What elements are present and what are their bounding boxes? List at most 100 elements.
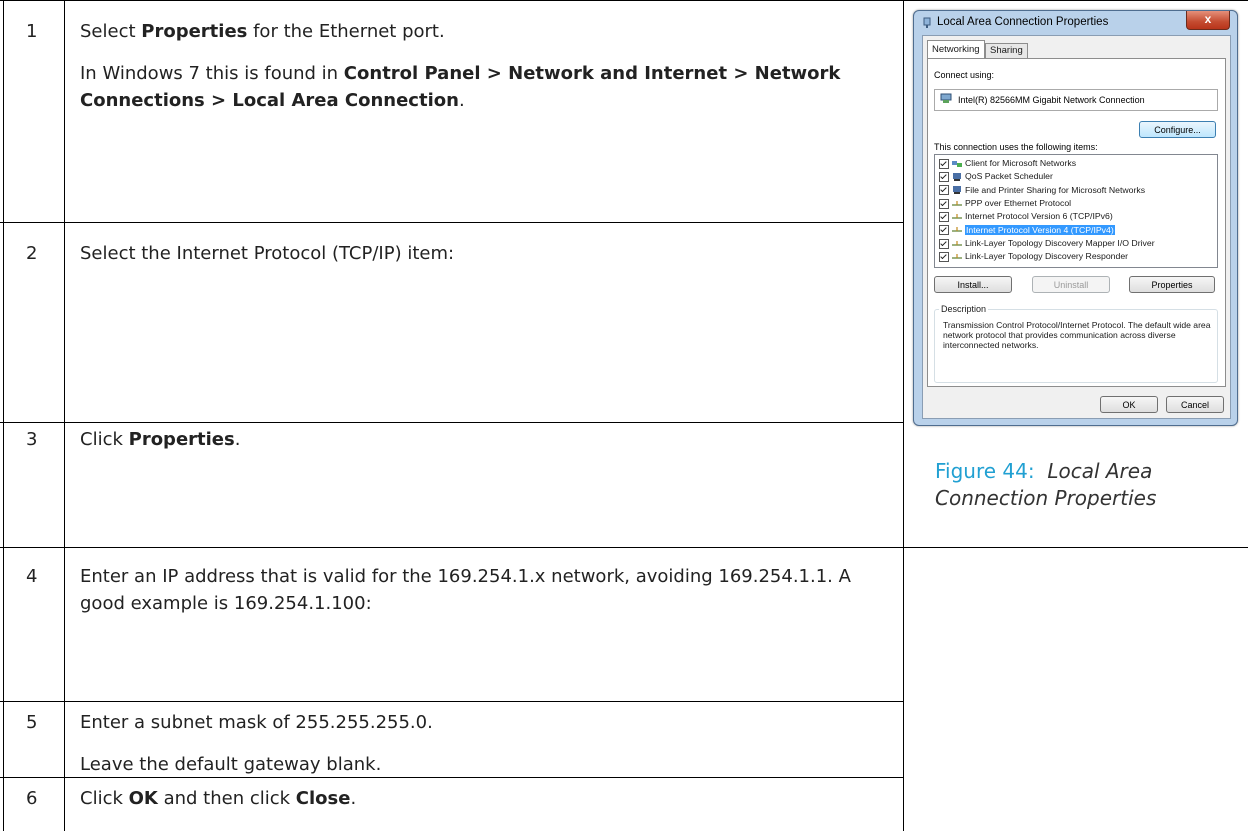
step-text: Select the Internet Protocol (TCP/IP) it… bbox=[80, 240, 890, 282]
instruction-text: Select bbox=[80, 21, 142, 42]
protocol-icon bbox=[952, 227, 962, 232]
checkbox[interactable] bbox=[939, 211, 949, 222]
dialog-title-text: Local Area Connection Properties bbox=[937, 16, 1109, 29]
step-paragraph: Select the Internet Protocol (TCP/IP) it… bbox=[80, 240, 890, 267]
list-item[interactable]: Client for Microsoft Networks bbox=[939, 158, 1076, 169]
description-group: Description Transmission Control Protoco… bbox=[934, 304, 1218, 383]
list-item[interactable]: File and Printer Sharing for Microsoft N… bbox=[939, 185, 1145, 196]
list-item-label: File and Printer Sharing for Microsoft N… bbox=[965, 184, 1146, 195]
protocol-icon bbox=[952, 240, 962, 246]
service-icon bbox=[953, 186, 961, 195]
list-item-label: Internet Protocol Version 6 (TCP/IPv6) bbox=[965, 211, 1113, 222]
list-item-label: Link-Layer Topology Discovery Responder bbox=[965, 251, 1129, 262]
list-item-label: Link-Layer Topology Discovery Mapper I/O… bbox=[965, 237, 1155, 248]
tab-sharing[interactable]: Sharing bbox=[985, 43, 1028, 58]
instruction-text: Enter an IP address that is valid for th… bbox=[80, 566, 851, 614]
ui-path-text: Properties bbox=[128, 429, 235, 450]
adapter-field: Intel(R) 82566MM Gigabit Network Connect… bbox=[934, 89, 1218, 111]
instruction-text: Click bbox=[80, 788, 129, 809]
properties-button[interactable]: Properties bbox=[1129, 276, 1215, 293]
step-text: Enter a subnet mask of 255.255.255.0. Lea… bbox=[80, 709, 890, 793]
column-divider bbox=[64, 0, 66, 831]
list-item-label: Client for Microsoft Networks bbox=[965, 158, 1077, 168]
tab-networking[interactable]: Networking bbox=[927, 40, 985, 59]
protocol-icon bbox=[952, 200, 962, 206]
list-item[interactable]: PPP over Ethernet Protocol bbox=[939, 198, 1071, 209]
step-paragraph: Click OK and then click Close. bbox=[80, 785, 890, 812]
instruction-text: Leave the default gateway blank. bbox=[80, 754, 382, 775]
instruction-text: Enter a subnet mask of 255.255.255.0. bbox=[80, 712, 433, 733]
list-item-label: QoS Packet Scheduler bbox=[965, 171, 1053, 182]
checkbox[interactable] bbox=[939, 251, 949, 262]
checkbox[interactable] bbox=[939, 158, 949, 169]
networking-panel: Connect using: Intel(R) 82566MM Gigabit … bbox=[927, 58, 1226, 387]
dialog-body: Networking Sharing Connect using: Intel(… bbox=[922, 35, 1231, 419]
description-legend: Description bbox=[939, 304, 989, 314]
checkbox[interactable] bbox=[939, 172, 949, 182]
close-button[interactable]: x bbox=[1186, 11, 1230, 30]
step-number: 3 bbox=[26, 429, 38, 450]
list-item-label: PPP over Ethernet Protocol bbox=[965, 197, 1072, 208]
step-text: Click Properties. bbox=[80, 426, 890, 468]
ok-button[interactable]: OK bbox=[1100, 396, 1158, 413]
step-paragraph: In Windows 7 this is found in Control Pa… bbox=[80, 60, 890, 114]
row-divider bbox=[0, 701, 904, 703]
step-paragraph: Select Properties for the Ethernet port. bbox=[80, 18, 890, 45]
list-item-label: Internet Protocol Version 4 (TCP/IPv4) bbox=[965, 224, 1115, 235]
figure-number: Figure 44: bbox=[935, 459, 1035, 483]
step-paragraph: Click Properties. bbox=[80, 426, 890, 453]
row-divider bbox=[0, 222, 904, 224]
instruction-text: . bbox=[234, 429, 241, 450]
configure-button[interactable]: Configure... bbox=[1139, 121, 1216, 138]
instruction-text: and then click bbox=[157, 788, 296, 809]
protocol-icon bbox=[952, 213, 962, 219]
document-page: 1 2 3 4 5 6 Select Properties for the Et… bbox=[0, 0, 1248, 831]
instruction-text: Select the Internet Protocol (TCP/IP) it… bbox=[80, 243, 455, 264]
components-list[interactable]: Client for Microsoft Networks QoS Packet … bbox=[934, 154, 1218, 268]
items-label: This connection uses the following items… bbox=[934, 142, 1098, 152]
description-text: Transmission Control Protocol/Internet P… bbox=[943, 320, 1211, 350]
install-button[interactable]: Install... bbox=[934, 276, 1012, 293]
network-client-icon bbox=[952, 160, 962, 167]
ui-path-text: Close bbox=[295, 788, 351, 809]
service-icon bbox=[953, 173, 961, 181]
instruction-text: In Windows 7 this is found in bbox=[80, 63, 344, 84]
ui-path-text: OK bbox=[128, 788, 158, 809]
column-divider bbox=[903, 0, 905, 831]
instruction-text: for the Ethernet port. bbox=[247, 21, 445, 42]
dialog-title: Local Area Connection Properties bbox=[922, 16, 1108, 28]
step-number: 1 bbox=[26, 21, 38, 42]
row-divider bbox=[0, 547, 1248, 549]
list-item[interactable]: QoS Packet Scheduler bbox=[939, 171, 1053, 182]
step-text: Enter an IP address that is valid for th… bbox=[80, 563, 890, 632]
list-item[interactable]: Internet Protocol Version 4 (TCP/IPv4) bbox=[939, 224, 1115, 236]
instruction-text: . bbox=[458, 90, 465, 111]
checkbox[interactable] bbox=[939, 185, 949, 196]
cancel-button[interactable]: Cancel bbox=[1166, 396, 1224, 413]
network-adapter-icon bbox=[923, 17, 931, 28]
step-paragraph: Leave the default gateway blank. bbox=[80, 751, 890, 778]
step-paragraph: Enter an IP address that is valid for th… bbox=[80, 563, 890, 617]
row-divider bbox=[0, 422, 904, 424]
protocol-icon bbox=[952, 253, 962, 259]
figure-caption: Figure 44: Local Area Connection Propert… bbox=[935, 458, 1235, 512]
ui-path-text: Properties bbox=[141, 21, 248, 42]
list-item[interactable]: Internet Protocol Version 6 (TCP/IPv6) bbox=[939, 211, 1113, 222]
step-number: 2 bbox=[26, 243, 38, 264]
step-number: 5 bbox=[26, 712, 38, 733]
instruction-text: Click bbox=[80, 429, 129, 450]
checkbox[interactable] bbox=[939, 198, 949, 209]
table-border-left bbox=[3, 0, 5, 831]
adapter-name: Intel(R) 82566MM Gigabit Network Connect… bbox=[958, 95, 1145, 105]
connect-using-label: Connect using: bbox=[934, 70, 995, 80]
instruction-text: . bbox=[350, 788, 357, 809]
step-number: 6 bbox=[26, 788, 38, 809]
uninstall-button: Uninstall bbox=[1032, 276, 1110, 293]
list-item[interactable]: Link-Layer Topology Discovery Responder bbox=[939, 251, 1128, 262]
step-number: 4 bbox=[26, 566, 38, 587]
checkbox[interactable] bbox=[939, 238, 949, 249]
table-border-top bbox=[0, 0, 1248, 2]
list-item[interactable]: Link-Layer Topology Discovery Mapper I/O… bbox=[939, 238, 1155, 249]
checkbox[interactable] bbox=[939, 225, 949, 236]
step-text: Click OK and then click Close. bbox=[80, 785, 890, 827]
